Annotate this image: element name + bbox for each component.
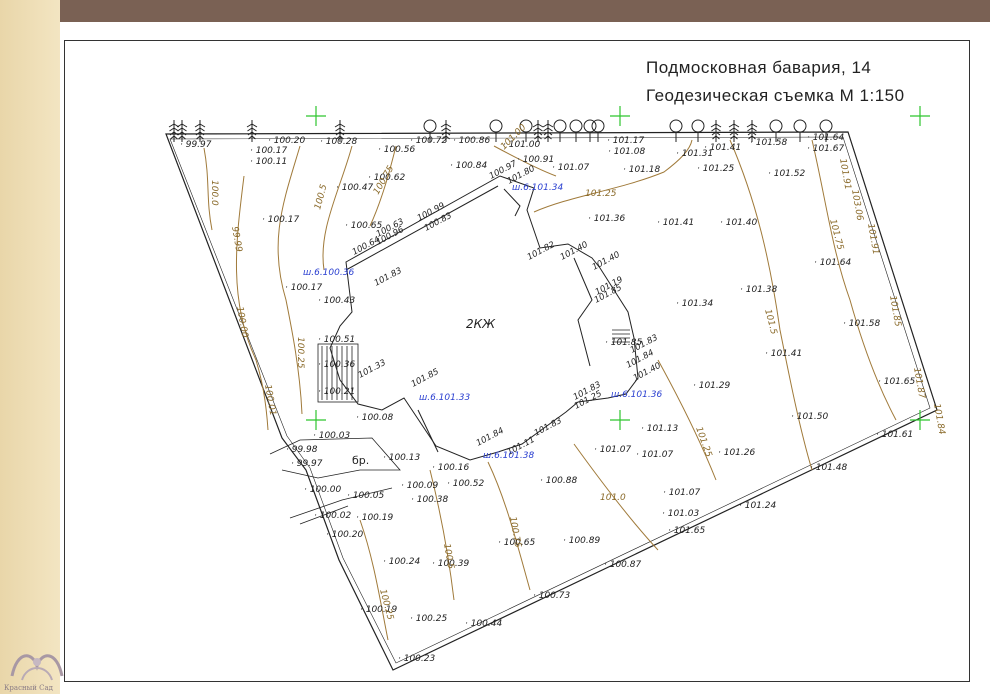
drawing-title: Подмосковная бавария, 14: [646, 58, 872, 77]
drawing-subtitle-scale: Геодезическая съемка М 1:150: [646, 86, 905, 105]
logo-emblem-icon: [10, 654, 64, 681]
survey-drawing-frame: [64, 40, 970, 682]
logo-text: Красный Сад: [4, 684, 53, 692]
left-sidebar-band: [0, 0, 60, 694]
top-bar: [0, 0, 990, 22]
